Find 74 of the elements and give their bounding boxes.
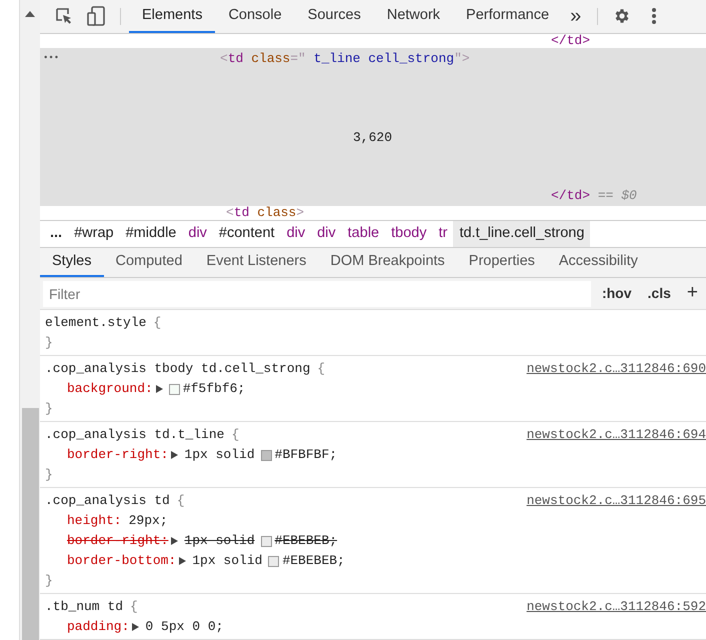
brace: } <box>45 334 53 352</box>
color-swatch[interactable] <box>260 450 272 460</box>
css-property: border-right: <box>67 446 168 464</box>
device-icon[interactable] <box>87 6 105 26</box>
breadcrumb[interactable]: div <box>280 220 312 248</box>
brace: { <box>317 360 326 378</box>
hov-toggle[interactable]: :hov <box>596 283 637 304</box>
breadcrumb[interactable]: div <box>311 220 342 248</box>
new-rule-button[interactable]: + <box>682 279 703 308</box>
expand-icon[interactable] <box>171 537 178 545</box>
inspect-icon[interactable] <box>55 7 73 26</box>
css-selector: .tb_num td <box>45 598 124 616</box>
breadcrumb[interactable]: tr <box>432 220 454 248</box>
menu-icon[interactable] <box>651 7 658 26</box>
css-property: background: <box>67 380 153 398</box>
brace: { <box>153 314 162 332</box>
sidebar-tab[interactable]: Computed <box>104 248 194 278</box>
breadcrumb[interactable]: #content <box>212 220 281 248</box>
source-link[interactable]: newstock2.c…3112846:695 <box>526 491 706 511</box>
breadcrumb[interactable]: td.t_line.cell_strong <box>453 220 590 248</box>
more-icon[interactable]: ••• <box>43 52 60 66</box>
css-property: border-bottom: <box>67 552 176 570</box>
settings-icon[interactable] <box>613 7 632 26</box>
sidebar-tab[interactable]: DOM Breakpoints <box>318 248 457 278</box>
dom-line[interactable]: </td> == $0 <box>551 186 637 206</box>
dom-line[interactable]: <td class> <box>226 206 304 220</box>
css-value: 1px solid #BFBFBF; <box>184 446 338 464</box>
panel-tab[interactable]: Console <box>215 0 295 33</box>
css-property: padding: <box>67 618 130 636</box>
dom-line[interactable]: </td> <box>551 34 590 48</box>
more-tabs-button[interactable]: » <box>562 0 590 33</box>
brace: } <box>45 400 53 418</box>
breadcrumb[interactable]: ... <box>44 220 68 248</box>
expand-icon[interactable] <box>171 451 178 459</box>
source-link[interactable]: newstock2.c…3112846:690 <box>526 359 706 379</box>
css-property: border-right: <box>67 532 168 550</box>
css-property: height: <box>67 512 122 530</box>
breadcrumb[interactable]: div <box>182 220 213 248</box>
scrollbar-thumb[interactable] <box>22 408 38 640</box>
brace: { <box>130 598 138 616</box>
color-swatch[interactable] <box>168 384 180 394</box>
sidebar-tab[interactable]: Event Listeners <box>194 248 318 278</box>
brace: } <box>45 466 53 484</box>
css-value: 1px solid #EBEBEB; <box>192 552 345 570</box>
brace: } <box>45 572 53 590</box>
source-link[interactable]: newstock2.c…3112846:592 <box>526 597 706 617</box>
filter-field[interactable]: Filter <box>43 280 591 307</box>
breadcrumb[interactable]: #wrap <box>68 220 120 248</box>
css-selector: element.style <box>45 314 146 332</box>
class-toggle[interactable]: .cls <box>642 283 676 304</box>
expand-icon[interactable] <box>132 623 140 631</box>
dom-line[interactable]: 3,620 <box>353 128 392 148</box>
source-link[interactable]: newstock2.c…3112846:694 <box>526 425 706 445</box>
css-value: 29px; <box>128 512 168 530</box>
panel-tab[interactable]: Network <box>374 0 454 33</box>
sidebar-tab[interactable]: Properties <box>456 248 547 278</box>
breadcrumb[interactable]: #middle <box>120 220 182 248</box>
breadcrumb[interactable]: tbody <box>385 220 433 248</box>
sidebar-tab[interactable]: Accessibility <box>546 248 650 278</box>
brace: { <box>231 426 240 444</box>
css-selector: .cop_analysis td <box>45 492 170 510</box>
panel-tab[interactable]: Sources <box>294 0 374 33</box>
dom-line[interactable]: <td class=" t_line cell_strong"> <box>220 48 470 69</box>
brace: { <box>176 492 185 510</box>
color-swatch[interactable] <box>260 536 272 546</box>
css-value: #f5fbf6; <box>168 379 246 399</box>
color-swatch[interactable] <box>268 556 280 566</box>
css-selector: .cop_analysis td.t_line <box>45 426 224 444</box>
breadcrumb[interactable]: table <box>342 220 386 248</box>
panel-tab[interactable]: Performance <box>453 0 562 33</box>
css-selector: .cop_analysis tbody td.cell_strong <box>45 360 310 378</box>
css-value: 0 5px 0 0; <box>145 618 224 636</box>
expand-icon[interactable] <box>179 557 186 565</box>
css-value: 1px solid #EBEBEB; <box>184 532 338 550</box>
